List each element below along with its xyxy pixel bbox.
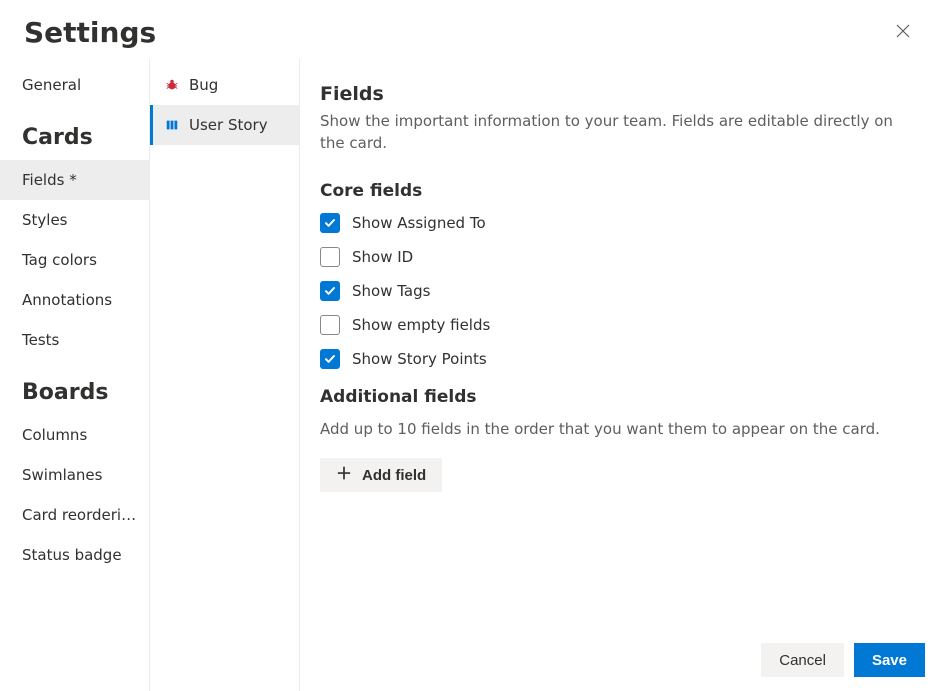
work-item-types-list: Bug User Story [150,59,300,691]
work-item-type-label: User Story [189,116,268,134]
work-item-type[interactable]: User Story [150,105,299,145]
work-item-type-label: Bug [189,76,218,94]
settings-dialog: Settings General CardsFields *StylesTag … [0,0,947,691]
sidebar-item[interactable]: Annotations [0,280,149,320]
core-field-option[interactable]: Show Story Points [320,349,919,369]
cancel-button[interactable]: Cancel [761,643,844,677]
checkbox-label: Show Tags [352,282,430,300]
bug-icon [164,77,180,93]
checkbox-label: Show Assigned To [352,214,486,232]
dialog-body: General CardsFields *StylesTag colorsAnn… [0,59,947,691]
sidebar-item[interactable]: Tests [0,320,149,360]
sidebar-item[interactable]: Tag colors [0,240,149,280]
checkbox[interactable] [320,247,340,267]
dialog-header: Settings [0,0,947,59]
core-field-option[interactable]: Show Tags [320,281,919,301]
checkbox[interactable] [320,213,340,233]
close-button[interactable] [887,17,919,49]
user-story-icon [164,117,180,133]
dialog-title: Settings [24,16,156,49]
checkbox[interactable] [320,315,340,335]
sidebar-section-header: Cards [0,105,149,160]
sidebar-item[interactable]: Styles [0,200,149,240]
sidebar-item[interactable]: Swimlanes [0,455,149,495]
additional-fields-description: Add up to 10 fields in the order that yo… [320,419,919,441]
core-fields-title: Core fields [320,181,919,201]
checkbox[interactable] [320,281,340,301]
plus-icon: ＋ [336,467,352,483]
core-fields-list: Show Assigned To Show ID Show Tags Show emp… [320,213,919,369]
sidebar-item[interactable]: Columns [0,415,149,455]
core-field-option[interactable]: Show Assigned To [320,213,919,233]
dialog-footer: Cancel Save [761,643,925,677]
close-icon [896,24,910,41]
checkbox-label: Show ID [352,248,413,266]
additional-fields-title: Additional fields [320,387,919,407]
checkbox-label: Show empty fields [352,316,490,334]
sidebar-section-header: Boards [0,360,149,415]
fields-description: Show the important information to your t… [320,111,919,155]
fields-title: Fields [320,83,919,105]
save-button[interactable]: Save [854,643,925,677]
add-field-button[interactable]: ＋ Add field [320,458,442,492]
sidebar-item[interactable]: Card reorderi… [0,495,149,535]
sidebar-item[interactable]: Status badge [0,535,149,575]
checkbox-label: Show Story Points [352,350,487,368]
work-item-type[interactable]: Bug [150,65,299,105]
core-field-option[interactable]: Show ID [320,247,919,267]
content-pane: Fields Show the important information to… [300,59,947,691]
sidebar-item[interactable]: General [0,65,149,105]
core-field-option[interactable]: Show empty fields [320,315,919,335]
checkbox[interactable] [320,349,340,369]
add-field-label: Add field [362,467,426,484]
sidebar-nav: General CardsFields *StylesTag colorsAnn… [0,59,150,691]
sidebar-item[interactable]: Fields * [0,160,149,200]
